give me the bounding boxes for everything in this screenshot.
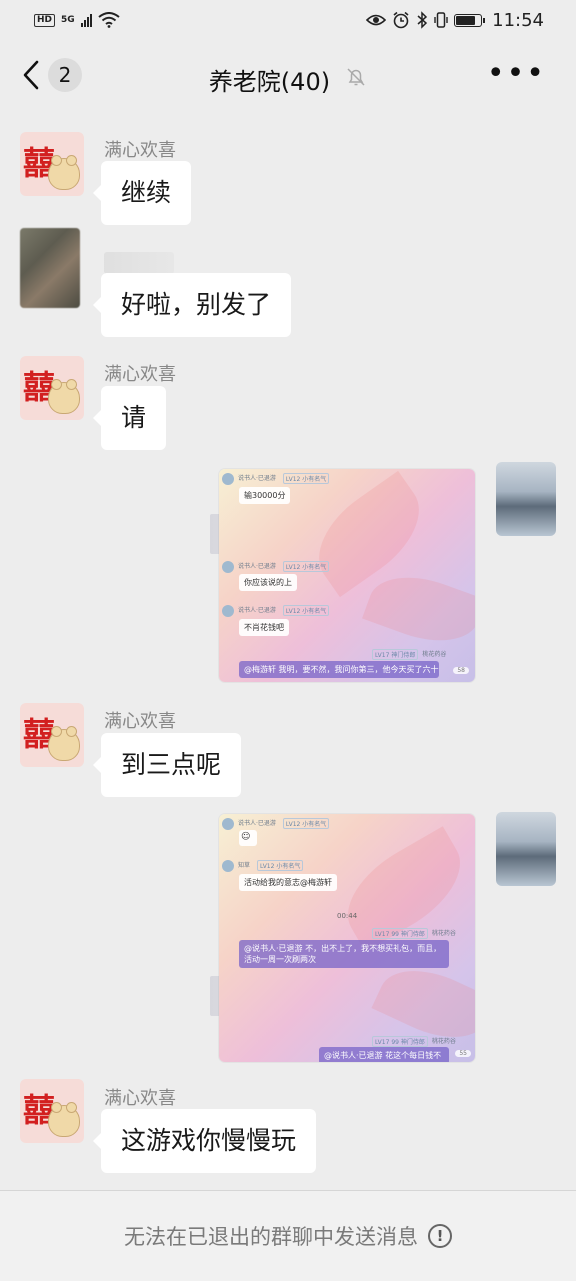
more-button[interactable]: ••• <box>487 59 546 89</box>
shot-bubble: @说书人·已退游 花这个每日钱不 <box>319 1047 449 1062</box>
shot-bubble: @梅游轩 我明，要不然，我问你第三，他今天买了六十个礼包更多 <box>239 661 439 678</box>
avatar <box>222 473 234 485</box>
shot-row: 说书人·已退游 LV12 小有名气 <box>222 605 330 617</box>
shot-bubble: 不肖花钱吧 <box>239 619 289 636</box>
chat-title: 养老院(40) <box>208 68 331 96</box>
shot-tag: LV12 小有名气 <box>282 605 330 616</box>
avatar <box>222 561 234 573</box>
eye-icon <box>366 14 387 26</box>
sender-name: 满心欢喜 <box>104 711 176 732</box>
chat-header: 2 养老院(40) ••• <box>0 40 576 116</box>
sender-name: 满心欢喜 <box>104 140 176 161</box>
shot-row: 说书人·已退游 LV12 小有名气 <box>222 561 330 573</box>
shot-row: 说书人·已退游 LV12 小有名气 <box>222 818 330 830</box>
battery-level <box>456 15 476 25</box>
avatar[interactable]: 囍 <box>20 356 84 420</box>
avatar <box>222 818 234 830</box>
wifi-icon <box>98 12 120 28</box>
shot-tag: LV17 99 神门侍郎 <box>372 1036 428 1047</box>
shot-tag: LV12 小有名气 <box>282 818 330 829</box>
avatar <box>222 605 234 617</box>
shot-tag: LV17 神门侍郎 <box>372 649 419 660</box>
bear-icon <box>48 726 80 761</box>
bear-icon <box>48 155 80 190</box>
avatar[interactable]: 囍 <box>20 1079 84 1143</box>
vibrate-icon <box>434 12 448 28</box>
shot-tag: LV12 小有名气 <box>282 561 330 572</box>
message-list[interactable]: 囍 满心欢喜 继续 好啦，别发了 囍 满心欢喜 请 说书人·已退游 LV12 小… <box>0 116 576 1190</box>
message-item: 说书人·已退游 LV12 小有名气 输30000分 说书人·已退游 LV12 小… <box>0 456 576 691</box>
shot-meta: 桃花药谷 <box>422 651 447 658</box>
message-item: 囍 满心欢喜 到三点呢 <box>0 688 576 808</box>
shot-meta: 说书人·已退游 <box>238 820 276 827</box>
bluetooth-icon <box>417 11 428 29</box>
shot-bubble: ☺ <box>239 830 257 846</box>
shot-meta: 桃花药谷 <box>431 930 456 937</box>
status-left: HD 5G <box>34 12 120 28</box>
message-bubble[interactable]: 好啦，别发了 <box>92 273 292 337</box>
sender-name-blurred <box>104 252 174 274</box>
more-icon: ••• <box>486 56 546 91</box>
message-item: 囍 满心欢喜 这游戏你慢慢玩 <box>0 1066 576 1186</box>
network-label: 5G <box>61 15 75 25</box>
avatar[interactable]: 囍 <box>20 703 84 767</box>
info-icon[interactable]: ! <box>428 1224 452 1248</box>
message-bubble[interactable]: 继续 <box>92 161 192 225</box>
alarm-icon <box>393 11 409 29</box>
bell-off-icon <box>347 68 365 86</box>
status-bar: HD 5G 11:54 <box>0 0 576 40</box>
message-item: 囍 满心欢喜 继续 <box>0 116 576 236</box>
shot-meta: 说书人·已退游 <box>238 607 276 614</box>
message-bubble[interactable]: 到三点呢 <box>92 733 242 797</box>
shot-bubble: 输30000分 <box>239 487 291 504</box>
avatar[interactable]: 囍 <box>20 132 84 196</box>
message-item: 好啦，别发了 <box>0 226 576 346</box>
shot-tag: LV17 99 神门侍郎 <box>372 928 428 939</box>
sender-name: 满心欢喜 <box>104 1088 176 1109</box>
bear-icon <box>48 379 80 414</box>
shot-row: 知草 LV12 小有名气 <box>222 860 304 872</box>
shot-tag: LV12 小有名气 <box>282 473 330 484</box>
shot-bubble: 你应该说的上 <box>239 574 297 591</box>
message-item: 说书人·已退游 LV12 小有名气 ☺ 知草 LV12 小有名气 活动给我的意志… <box>0 806 576 1071</box>
avatar[interactable] <box>20 228 80 308</box>
shot-count: 55 <box>455 1050 471 1057</box>
sender-name: 满心欢喜 <box>104 364 176 385</box>
shot-row: 说书人·已退游 LV12 小有名气 <box>222 473 330 485</box>
emoji-icon: ☺ <box>241 832 251 842</box>
shot-meta: 说书人·已退游 <box>238 563 276 570</box>
input-disabled-bar: 无法在已退出的群聊中发送消息 ! <box>0 1190 576 1281</box>
shot-row: LV17 99 神门侍郎 桃花药谷 <box>369 928 456 939</box>
shot-row: LV17 神门侍郎 桃花药谷 <box>369 649 446 660</box>
shot-tag: LV12 小有名气 <box>257 860 304 871</box>
shot-meta: 知草 <box>238 862 251 869</box>
message-bubble[interactable]: 请 <box>92 386 167 450</box>
self-avatar[interactable] <box>496 462 556 536</box>
shot-count: 58 <box>453 667 469 674</box>
hd-badge: HD <box>34 13 56 27</box>
signal-icon <box>80 13 92 27</box>
shot-bubble: @说书人·已退游 不，出不上了，我不想买礼包，而且，活动一周一次刷两次 <box>239 940 449 968</box>
shot-time: 00:44 <box>337 912 358 920</box>
image-message[interactable]: 说书人·已退游 LV12 小有名气 ☺ 知草 LV12 小有名气 活动给我的意志… <box>219 814 475 1062</box>
clock: 11:54 <box>492 9 544 31</box>
bear-icon <box>48 1102 80 1137</box>
image-message[interactable]: 说书人·已退游 LV12 小有名气 输30000分 说书人·已退游 LV12 小… <box>219 469 475 682</box>
message-bubble[interactable]: 这游戏你慢慢玩 <box>92 1109 317 1173</box>
shot-bubble: 活动给我的意志@梅游轩 <box>239 874 337 891</box>
message-item: 囍 满心欢喜 请 <box>0 341 576 461</box>
avatar <box>222 860 234 872</box>
shot-meta: 说书人·已退游 <box>238 475 276 482</box>
exited-group-notice: 无法在已退出的群聊中发送消息 <box>124 1225 418 1249</box>
shot-row: LV17 99 神门侍郎 桃花药谷 <box>369 1036 456 1047</box>
shot-meta: 桃花药谷 <box>431 1038 456 1045</box>
status-right: 11:54 <box>366 10 544 31</box>
battery-icon <box>454 13 486 27</box>
self-avatar[interactable] <box>496 812 556 886</box>
decor <box>362 561 475 657</box>
